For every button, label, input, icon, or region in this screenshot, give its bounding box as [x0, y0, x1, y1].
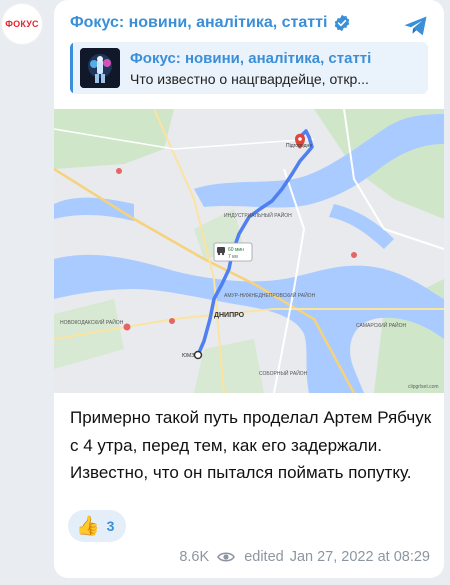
telegram-icon[interactable] [402, 12, 430, 40]
map-watermark: clipgrlset.com [408, 384, 439, 390]
view-count: 8.6K [179, 549, 210, 565]
route-map-image[interactable]: 60 мин 7 км Підгородне ИНДУСТРИАЛЬНЫЙ РА… [54, 109, 444, 393]
map-canvas: 60 мин 7 км Підгородне ИНДУСТРИАЛЬНЫЙ РА… [54, 109, 444, 393]
route-distance-label: 7 км [228, 254, 238, 260]
channel-logo-text: ФОКУС [5, 19, 39, 29]
channel-name[interactable]: Фокус: новини, аналітика, статті [70, 14, 327, 32]
map-label-samarsky: САМАРСКИЙ РАЙОН [356, 321, 407, 329]
forwarded-title: Фокус: новини, аналітика, статті [130, 50, 372, 67]
forwarded-accent-bar [70, 42, 73, 94]
edited-label: edited [244, 549, 284, 565]
map-label-industrial: ИНДУСТРИАЛЬНЫЙ РАЙОН [224, 211, 292, 219]
message-card: Фокус: новини, аналітика, статті Фокус: … [54, 0, 444, 578]
verified-icon [335, 14, 350, 32]
forwarded-snippet: Что известно о нацгвардейце, откр... [130, 71, 369, 87]
forwarded-thumbnail [80, 48, 120, 88]
map-label-start: ЮМЗ [182, 353, 194, 359]
map-label-sobornyi: СОБОРНЫЙ РАЙОН [259, 369, 308, 377]
map-label-pidhorodne: Підгородне [286, 143, 312, 149]
route-time-label: 60 мин [228, 247, 244, 253]
map-label-amur: АМУР-НИЖНЕДНЕПРОВСКИЙ РАЙОН [224, 291, 316, 299]
message-text: Примерно такой путь проделал Артем Рябчу… [70, 408, 432, 482]
reaction-count: 3 [106, 518, 115, 534]
forwarded-preview[interactable]: Фокус: новини, аналітика, статті Что изв… [70, 42, 428, 94]
message-header: Фокус: новини, аналітика, статті [70, 14, 410, 32]
map-label-city: ДНИПРО [214, 312, 245, 319]
channel-avatar[interactable]: ФОКУС [2, 4, 42, 44]
message-meta: 8.6K edited Jan 27, 2022 at 08:29 [179, 549, 430, 565]
eye-icon [217, 552, 236, 562]
thumbs-up-icon: 👍 [76, 515, 100, 537]
message-timestamp: Jan 27, 2022 at 08:29 [289, 549, 430, 565]
reaction-thumbs-up[interactable]: 👍 3 [68, 510, 126, 542]
map-label-novokodatsky: НОВОКОДАКСКИЙ РАЙОН [60, 318, 124, 326]
